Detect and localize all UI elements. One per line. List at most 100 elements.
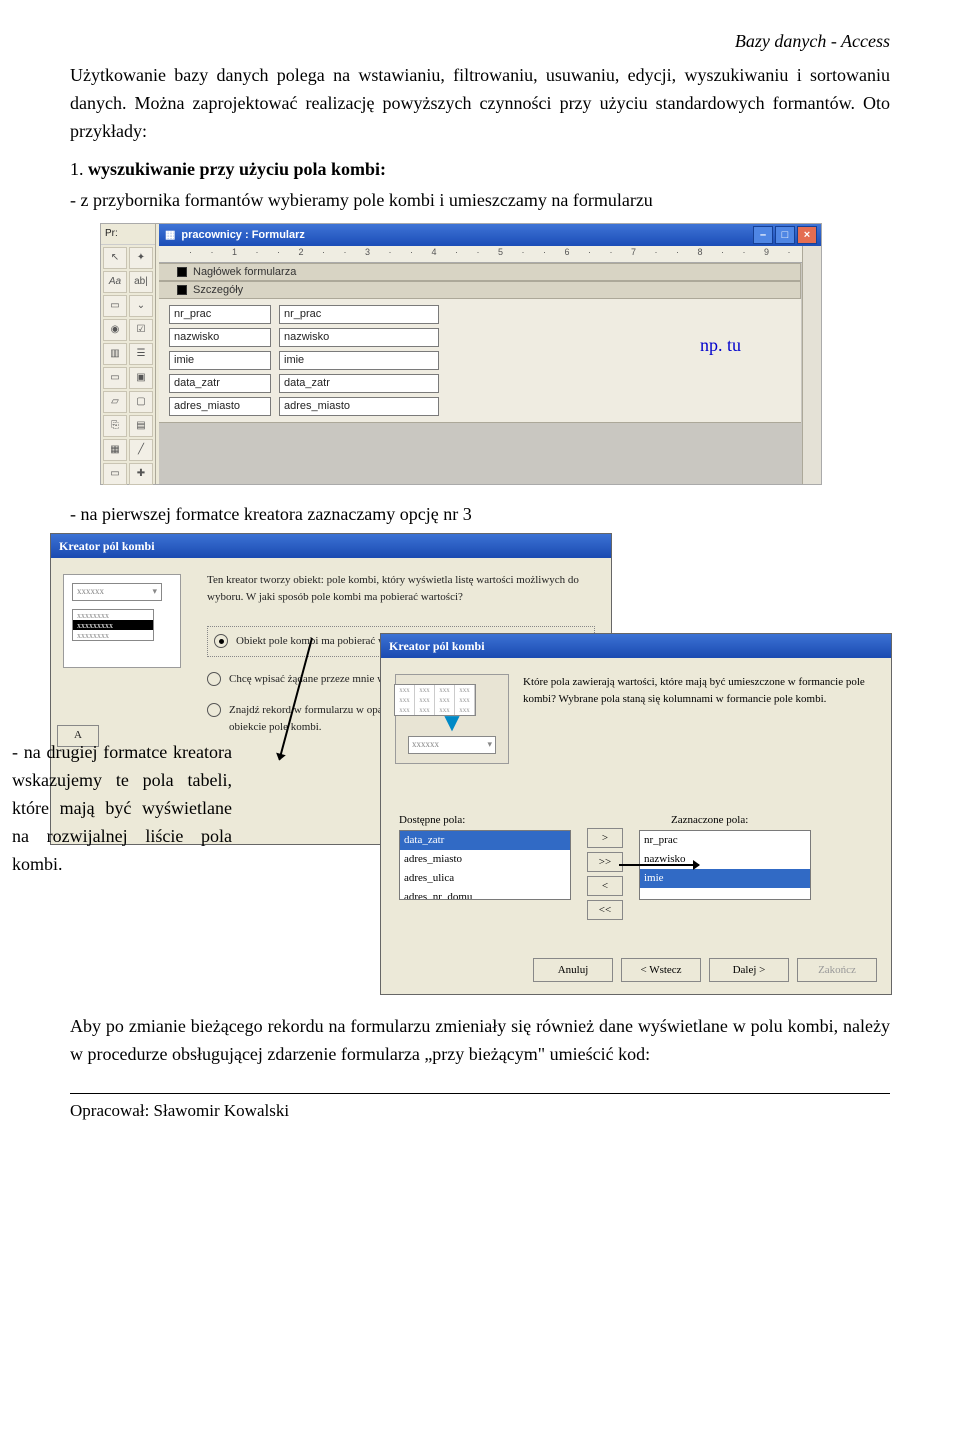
tool-option-icon[interactable]: ◉ (103, 319, 127, 341)
field-control[interactable]: data_zatr (279, 374, 439, 393)
arrow-selected-field (619, 864, 699, 866)
list-item[interactable]: nazwisko (640, 850, 810, 869)
section-detail-label: Szczegóły (193, 282, 243, 299)
tool-image-icon[interactable]: ▣ (129, 367, 153, 389)
field-label[interactable]: data_zatr (169, 374, 271, 393)
radio-icon (207, 703, 221, 717)
vertical-scrollbar[interactable] (802, 246, 821, 484)
section-marker-icon (177, 285, 187, 295)
outro-paragraph: Aby po zmianie bieżącego rekordu na form… (70, 1013, 890, 1069)
tool-pointer-icon[interactable]: ↖ (103, 247, 127, 269)
move-all-left-button[interactable]: << (587, 900, 623, 920)
minimize-button[interactable]: – (753, 226, 773, 244)
sub-step-1: - z przybornika formantów wybieramy pole… (70, 187, 890, 215)
toolbox-panel: Pr: ↖ ✦ Aa ab| ▭ ⌄ ◉ ☑ ▥ ☰ ▭ ▣ ▱ ▢ ⎘ ▤ ▦… (101, 224, 156, 484)
caption-step-3: - na pierwszej formatce kreatora zaznacz… (70, 501, 890, 529)
field-control[interactable]: nazwisko (279, 328, 439, 347)
doc-header-right: Bazy danych - Access (70, 28, 890, 56)
avail-label: Dostępne pola: (399, 812, 599, 829)
screenshot-form-design: Pr: ↖ ✦ Aa ab| ▭ ⌄ ◉ ☑ ▥ ☰ ▭ ▣ ▱ ▢ ⎘ ▤ ▦… (100, 223, 822, 485)
tool-wizard-icon[interactable]: ✦ (129, 247, 153, 269)
tool-check-icon[interactable]: ☑ (129, 319, 153, 341)
sel-label: Zaznaczone pola: (671, 812, 873, 829)
finish-button[interactable]: Zakończ (797, 958, 877, 982)
form-row: adres_miasto adres_miasto (169, 397, 791, 416)
list-item[interactable]: data_zatr (400, 831, 570, 850)
horizontal-ruler: · · 1 · · 2 · · 3 · · 4 · · 5 · · 6 · · … (159, 246, 821, 263)
item-number: 1. (70, 159, 84, 179)
tool-line-icon[interactable]: ╱ (129, 439, 153, 461)
sample-combo-icon: xxxxxx▾ (72, 583, 162, 601)
tool-page-icon[interactable]: ⎘ (103, 415, 127, 437)
sample-list-icon: xxxxxxxx xxxxxxxxx xxxxxxxx (72, 609, 154, 641)
tool-button-icon[interactable]: ▭ (103, 367, 127, 389)
tool-combo-icon[interactable]: ▥ (103, 343, 127, 365)
toolbox-grid: ↖ ✦ Aa ab| ▭ ⌄ ◉ ☑ ▥ ☰ ▭ ▣ ▱ ▢ ⎘ ▤ ▦ ╱ ▭… (101, 245, 155, 487)
form-row: nazwisko nazwisko (169, 328, 791, 347)
radio-icon (207, 672, 221, 686)
close-button[interactable]: × (797, 226, 817, 244)
field-label[interactable]: adres_miasto (169, 397, 271, 416)
wizard2-footer-buttons: Anuluj < Wstecz Dalej > Zakończ (533, 958, 877, 982)
back-button[interactable]: < Wstecz (621, 958, 701, 982)
tool-frame-icon[interactable]: ▱ (103, 391, 127, 413)
tool-bound-icon[interactable]: ▢ (129, 391, 153, 413)
list-item[interactable]: nr_prac (640, 831, 810, 850)
cancel-button[interactable]: Anuluj (533, 958, 613, 982)
section-marker-icon (177, 267, 187, 277)
wizard1-preview: xxxxxx▾ xxxxxxxx xxxxxxxxx xxxxxxxx (63, 574, 181, 668)
wizard1-intro: Ten kreator tworzy obiekt: pole kombi, k… (207, 572, 595, 606)
available-fields-list[interactable]: data_zatr adres_miasto adres_ulica adres… (399, 830, 571, 900)
field-control[interactable]: nr_prac (279, 305, 439, 324)
tool-toggle-icon[interactable]: ⌄ (129, 295, 153, 317)
next-button[interactable]: Dalej > (709, 958, 789, 982)
window-titlebar: ▦ pracownicy : Formularz – □ × (159, 224, 821, 246)
tool-textbox-icon[interactable]: ab| (129, 271, 153, 293)
form-row: nr_prac nr_prac (169, 305, 791, 324)
tool-rect-icon[interactable]: ▭ (103, 463, 127, 485)
form-row: imie imie (169, 351, 791, 370)
field-control[interactable]: imie (279, 351, 439, 370)
annotation-np-tu: np. tu (700, 332, 741, 360)
list-item[interactable]: imie (640, 869, 810, 888)
move-right-button[interactable]: > (587, 828, 623, 848)
wizard-dialog-2: Kreator pól kombi xxxxxxxxxxxx xxxxxxxxx… (380, 633, 892, 995)
tool-sub-icon[interactable]: ▦ (103, 439, 127, 461)
intro-paragraph: Użytkowanie bazy danych polega na wstawi… (70, 62, 890, 146)
tool-more-icon[interactable]: ✚ (129, 463, 153, 485)
sample-combo-icon: xxxxxx▾ (408, 736, 496, 754)
section-header-label: Nagłówek formularza (193, 264, 296, 281)
tool-tab-icon[interactable]: ▤ (129, 415, 153, 437)
list-item[interactable]: adres_ulica (400, 869, 570, 888)
section-header: Nagłówek formularza (159, 263, 801, 281)
tool-group-icon[interactable]: ▭ (103, 295, 127, 317)
wizard2-preview: xxxxxxxxxxxx xxxxxxxxxxxx xxxxxxxxxxxx ▼… (395, 674, 509, 764)
wizard2-titlebar: Kreator pól kombi (381, 634, 891, 658)
item-title: wyszukiwanie przy użyciu pola kombi: (88, 159, 386, 179)
move-buttons: > >> < << (587, 828, 623, 920)
section-detail: Szczegóły (159, 281, 801, 299)
down-arrow-icon: ▼ (394, 716, 510, 730)
tool-label-icon[interactable]: Aa (103, 271, 127, 293)
field-label[interactable]: imie (169, 351, 271, 370)
window-title: pracownicy : Formularz (181, 227, 304, 244)
field-label[interactable]: nr_prac (169, 305, 271, 324)
toolbox-caption: Pr: (101, 224, 155, 245)
radio-icon (214, 634, 228, 648)
list-item[interactable]: adres_nr_domu (400, 888, 570, 900)
numbered-item: 1. wyszukiwanie przy użyciu pola kombi: (70, 156, 890, 184)
wizard1-titlebar: Kreator pól kombi (51, 534, 611, 558)
wizard2-column-labels: Dostępne pola: Zaznaczone pola: (399, 812, 873, 829)
page-footer: Opracował: Sławomir Kowalski (70, 1093, 890, 1124)
form-icon: ▦ (165, 227, 175, 244)
form-row: data_zatr data_zatr (169, 374, 791, 393)
list-item[interactable]: adres_miasto (400, 850, 570, 869)
move-all-right-button[interactable]: >> (587, 852, 623, 872)
move-left-button[interactable]: < (587, 876, 623, 896)
field-label[interactable]: nazwisko (169, 328, 271, 347)
maximize-button[interactable]: □ (775, 226, 795, 244)
tool-listbox-icon[interactable]: ☰ (129, 343, 153, 365)
field-control[interactable]: adres_miasto (279, 397, 439, 416)
design-grid[interactable]: nr_prac nr_prac nazwisko nazwisko imie i… (159, 299, 801, 423)
screenshots-wizards: Kreator pól kombi xxxxxx▾ xxxxxxxx xxxxx… (50, 533, 890, 913)
